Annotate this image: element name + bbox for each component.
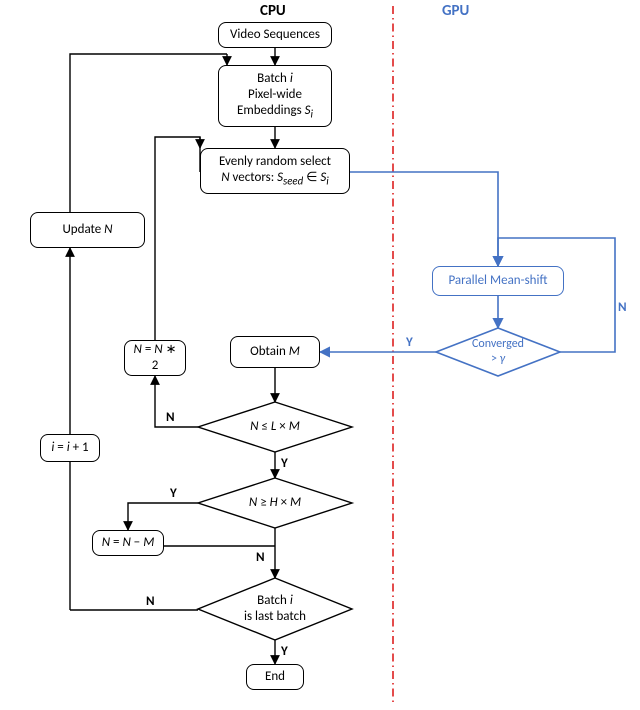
node-converged: Converged> γ [436, 328, 560, 376]
node-nMinus: N = N − M [92, 530, 164, 556]
node-updateN-text: Update N [62, 222, 112, 238]
label-condH-N: N [256, 550, 265, 565]
label-last-Y: Y [281, 644, 288, 659]
label-condH-Y: Y [170, 486, 177, 501]
node-select-text: Evenly random selectN vectors: Sseed ∈ S… [219, 154, 331, 188]
node-start: Video Sequences [218, 22, 332, 48]
node-start-text: Video Sequences [230, 27, 320, 43]
node-condL-text: N ≤ L × M [246, 419, 304, 435]
node-end-text: End [265, 669, 285, 685]
node-obtainM-text: Obtain M [250, 344, 300, 360]
node-obtainM: Obtain M [230, 336, 320, 368]
node-condH: N ≥ H × M [198, 478, 352, 528]
node-converged-text: Converged> γ [468, 337, 528, 367]
node-batch-text: Batch iPixel-wideEmbeddings Si [237, 71, 313, 122]
label-last-N: N [146, 594, 155, 609]
node-select: Evenly random selectN vectors: Sseed ∈ S… [200, 148, 350, 194]
label-condL-Y: Y [281, 456, 288, 471]
node-condH-text: N ≥ H × M [245, 495, 305, 511]
label-converged-N: N [618, 300, 627, 315]
node-inc-text: i = i + 1 [51, 440, 88, 456]
node-condL: N ≤ L × M [198, 402, 352, 452]
label-condL-N: N [166, 410, 175, 425]
node-meanshift: Parallel Mean-shift [432, 266, 564, 296]
node-n2-text: N = N ∗ 2 [131, 342, 179, 375]
node-batch: Batch iPixel-wideEmbeddings Si [218, 65, 332, 127]
node-updateN: Update N [30, 212, 145, 248]
node-nMinus-text: N = N − M [102, 535, 155, 551]
node-end: End [246, 664, 304, 690]
node-inc: i = i + 1 [40, 434, 100, 462]
node-last-text: Batch iis last batch [240, 593, 310, 626]
label-converged-Y: Y [406, 335, 413, 350]
node-meanshift-text: Parallel Mean-shift [448, 273, 547, 289]
node-last: Batch iis last batch [198, 578, 352, 640]
node-n2: N = N ∗ 2 [124, 340, 186, 376]
